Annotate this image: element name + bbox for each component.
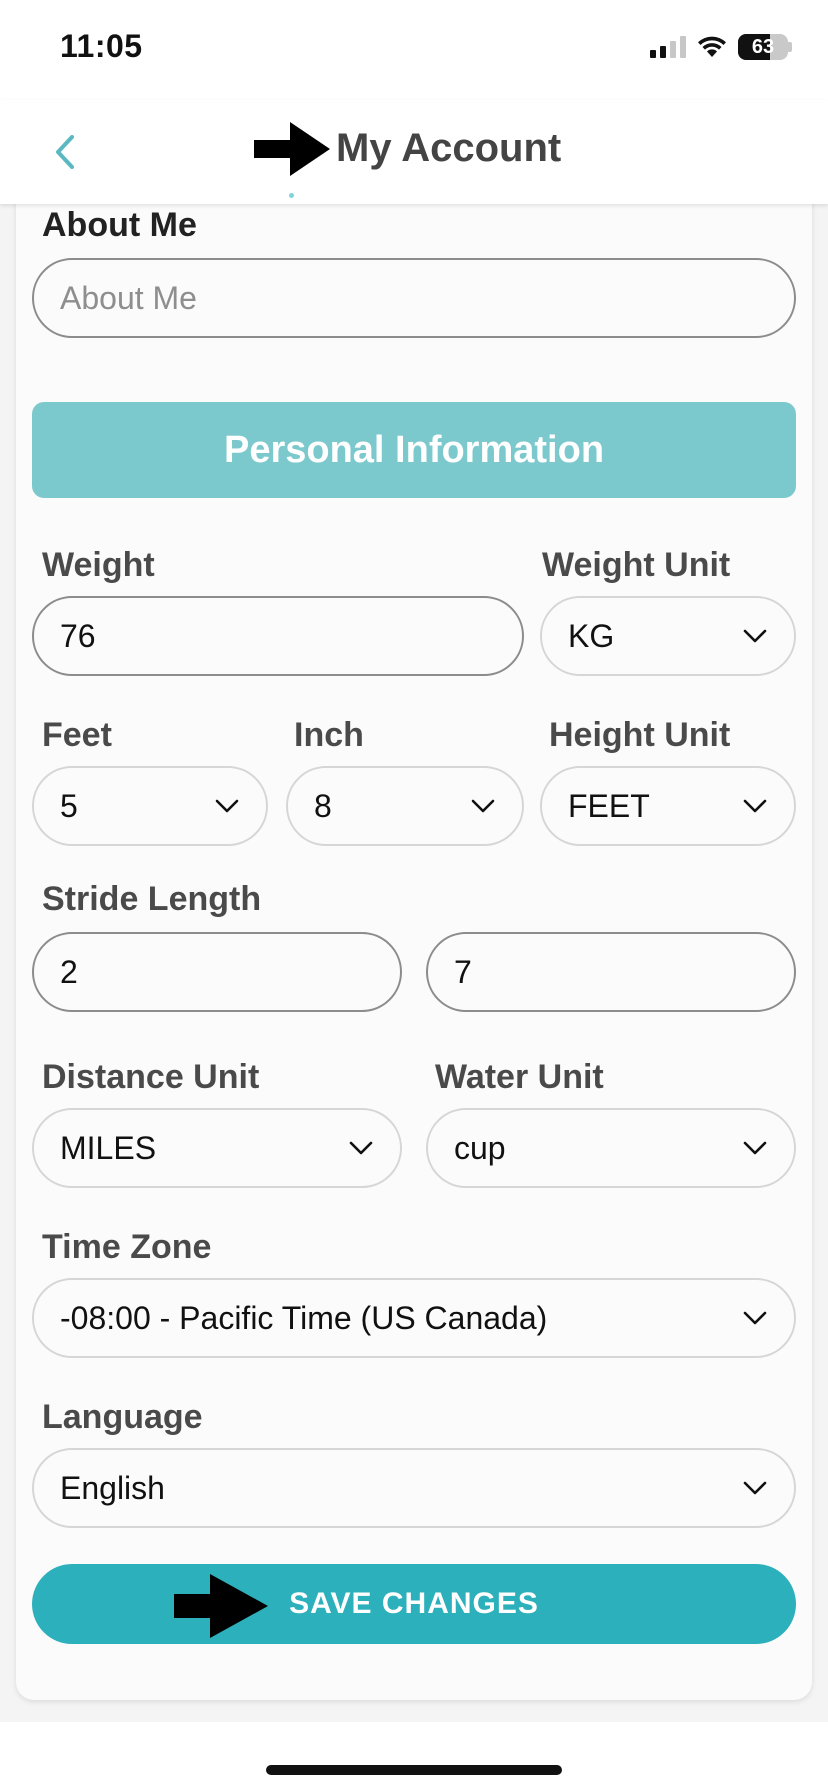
chevron-down-icon	[743, 1311, 767, 1325]
battery-level: 63	[751, 35, 775, 58]
chevron-down-icon	[743, 1141, 767, 1155]
feet-select[interactable]: 5	[32, 766, 268, 846]
weight-label: Weight	[42, 546, 155, 584]
chevron-down-icon	[743, 629, 767, 643]
status-bar: 11:05 63	[0, 0, 828, 100]
distance-unit-value: MILES	[60, 1129, 157, 1166]
app-header: My Account	[0, 100, 828, 204]
weight-value: 76	[60, 617, 96, 654]
language-value: English	[60, 1469, 165, 1506]
bottom-safe-area	[0, 1722, 828, 1792]
about-me-placeholder: About Me	[60, 279, 197, 316]
status-icons: 63	[650, 34, 792, 60]
personal-information-header: Personal Information	[32, 402, 796, 498]
arrow-annotation-icon	[174, 1574, 268, 1638]
time-zone-value: -08:00 - Pacific Time (US Canada)	[60, 1299, 548, 1336]
cellular-signal-icon	[650, 36, 686, 58]
save-changes-label: SAVE CHANGES	[289, 1587, 539, 1620]
chevron-down-icon	[215, 799, 239, 813]
feet-label: Feet	[42, 716, 112, 754]
stride-length-inch-value: 7	[454, 953, 472, 990]
height-unit-select[interactable]: FEET	[540, 766, 796, 846]
battery-icon: 63	[738, 34, 788, 60]
page-indicator-dot	[289, 193, 294, 198]
language-label: Language	[42, 1398, 203, 1436]
language-select[interactable]: English	[32, 1448, 796, 1528]
stride-length-feet-value: 2	[60, 953, 78, 990]
weight-unit-label: Weight Unit	[542, 546, 731, 584]
weight-unit-value: KG	[568, 617, 615, 654]
weight-unit-select[interactable]: KG	[540, 596, 796, 676]
arrow-annotation-icon	[254, 122, 330, 176]
distance-unit-select[interactable]: MILES	[32, 1108, 402, 1188]
account-form-card: About Me About Me Personal Information W…	[16, 190, 812, 1700]
page-title: My Account	[336, 126, 562, 170]
stride-length-inch-input[interactable]: 7	[426, 932, 796, 1012]
about-me-label: About Me	[42, 206, 197, 244]
status-time: 11:05	[60, 28, 143, 64]
feet-value: 5	[60, 787, 78, 824]
height-unit-label: Height Unit	[549, 716, 731, 754]
stride-length-label: Stride Length	[42, 880, 262, 918]
inch-label: Inch	[294, 716, 364, 754]
inch-select[interactable]: 8	[286, 766, 524, 846]
chevron-down-icon	[743, 799, 767, 813]
chevron-down-icon	[471, 799, 495, 813]
home-indicator[interactable]	[266, 1765, 562, 1775]
about-me-input[interactable]: About Me	[32, 258, 796, 338]
save-changes-button[interactable]: SAVE CHANGES	[32, 1564, 796, 1644]
chevron-down-icon	[349, 1141, 373, 1155]
chevron-down-icon	[743, 1481, 767, 1495]
water-unit-select[interactable]: cup	[426, 1108, 796, 1188]
stride-length-feet-input[interactable]: 2	[32, 932, 402, 1012]
wifi-icon	[698, 36, 726, 57]
time-zone-label: Time Zone	[42, 1228, 212, 1266]
water-unit-label: Water Unit	[435, 1058, 604, 1096]
weight-input[interactable]: 76	[32, 596, 524, 676]
back-button[interactable]	[40, 122, 90, 182]
height-unit-value: FEET	[568, 787, 650, 824]
water-unit-value: cup	[454, 1129, 506, 1166]
time-zone-select[interactable]: -08:00 - Pacific Time (US Canada)	[32, 1278, 796, 1358]
inch-value: 8	[314, 787, 332, 824]
chevron-left-icon	[56, 135, 74, 169]
distance-unit-label: Distance Unit	[42, 1058, 260, 1096]
